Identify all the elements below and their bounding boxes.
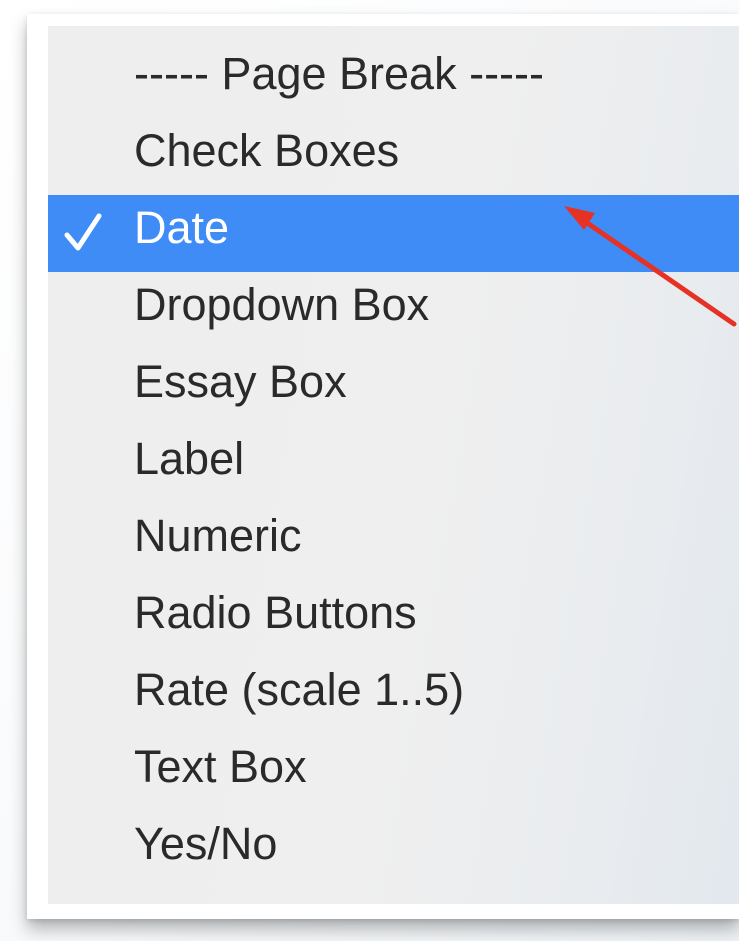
menu-item-radio-buttons[interactable]: Radio Buttons <box>48 580 739 657</box>
menu-list: ----- Page Break ----- Check Boxes Date … <box>48 41 739 888</box>
menu-item-rate-scale[interactable]: Rate (scale 1..5) <box>48 657 739 734</box>
menu-item-label: Label <box>134 433 245 484</box>
menu-item-label-field[interactable]: Label <box>48 426 739 503</box>
menu-item-label: Essay Box <box>134 356 347 407</box>
field-type-menu: ----- Page Break ----- Check Boxes Date … <box>48 26 739 904</box>
menu-item-yes-no[interactable]: Yes/No <box>48 811 739 888</box>
menu-item-page-break[interactable]: ----- Page Break ----- <box>48 41 739 118</box>
menu-item-text-box[interactable]: Text Box <box>48 734 739 811</box>
menu-item-label: Check Boxes <box>134 125 400 176</box>
menu-item-label: Yes/No <box>134 818 278 869</box>
menu-item-label: Date <box>134 202 230 253</box>
menu-item-label: Text Box <box>134 741 307 792</box>
menu-item-essay-box[interactable]: Essay Box <box>48 349 739 426</box>
checkmark-icon <box>64 213 102 251</box>
menu-item-label: Rate (scale 1..5) <box>134 664 465 715</box>
menu-item-numeric[interactable]: Numeric <box>48 503 739 580</box>
menu-item-label: Numeric <box>134 510 302 561</box>
menu-item-label: Dropdown Box <box>134 279 430 330</box>
menu-item-label: Radio Buttons <box>134 587 417 638</box>
red-arrow-icon <box>564 206 737 327</box>
menu-item-label: ----- Page Break ----- <box>134 48 545 99</box>
